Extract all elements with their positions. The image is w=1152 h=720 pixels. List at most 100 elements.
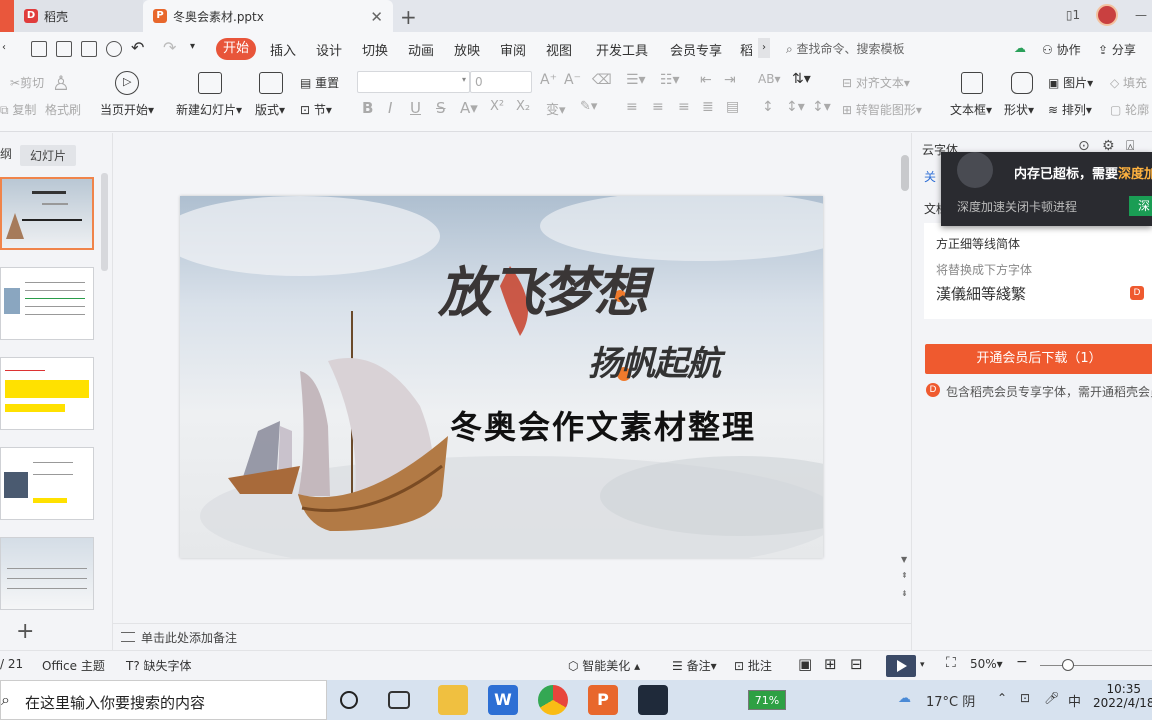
font-shrink-icon[interactable]: A⁻ bbox=[564, 72, 581, 88]
zoom-slider[interactable] bbox=[1040, 665, 1152, 666]
slide-thumb-5[interactable] bbox=[0, 537, 94, 610]
print-icon[interactable] bbox=[81, 41, 97, 57]
align-left-icon[interactable]: ≡ bbox=[626, 99, 638, 115]
download-button[interactable]: 开通会员后下载（1） bbox=[925, 344, 1152, 374]
redo-icon[interactable]: ↷ bbox=[163, 38, 176, 57]
line-spacing-icon[interactable]: ↕ bbox=[762, 99, 774, 115]
para-spacing-icon[interactable]: ↕▾ bbox=[786, 99, 805, 115]
wps-presentation-icon[interactable]: P bbox=[588, 685, 618, 715]
play-slideshow-button[interactable] bbox=[886, 655, 916, 677]
save-icon[interactable] bbox=[31, 41, 47, 57]
cut-button[interactable]: ✂剪切 bbox=[10, 74, 44, 91]
cortana-icon[interactable] bbox=[340, 691, 358, 709]
export-pdf-icon[interactable] bbox=[56, 41, 72, 57]
replace-font-name[interactable]: 漢儀細等綫繁 bbox=[936, 283, 1026, 304]
task-view-icon[interactable] bbox=[388, 691, 410, 709]
command-search[interactable]: ⌕ 查找命令、搜索模板 bbox=[786, 40, 905, 57]
strike-icon[interactable]: S bbox=[436, 99, 446, 117]
file-explorer-icon[interactable] bbox=[438, 685, 468, 715]
share-button[interactable]: ⇪ 分享 bbox=[1098, 41, 1136, 58]
arrange-button[interactable]: ≋ 排列▾ bbox=[1048, 101, 1092, 118]
chevron-down-icon[interactable]: ▾ bbox=[920, 660, 925, 670]
highlight-icon[interactable]: ✎▾ bbox=[580, 99, 597, 114]
align-text-button[interactable]: ⊟ 对齐文本▾ bbox=[842, 74, 910, 91]
close-icon[interactable]: ✕ bbox=[370, 8, 383, 26]
bold-icon[interactable]: B bbox=[362, 99, 373, 117]
slide-thumb-2[interactable] bbox=[0, 267, 94, 340]
justify-icon[interactable]: ≣ bbox=[702, 99, 714, 115]
undo-icon[interactable]: ↶ bbox=[131, 38, 144, 57]
superscript-icon[interactable]: X² bbox=[490, 99, 504, 114]
menu-slideshow[interactable]: 放映 bbox=[454, 40, 480, 59]
avatar[interactable] bbox=[1096, 4, 1118, 26]
format-painter-button[interactable]: 格式刷 bbox=[45, 101, 81, 118]
underline-icon[interactable]: U bbox=[410, 99, 421, 117]
slide-title[interactable]: 放飞梦想 bbox=[438, 248, 648, 327]
menu-more-icon[interactable]: › bbox=[758, 38, 770, 58]
notes-button[interactable]: ☰ 备注▾ bbox=[672, 657, 717, 674]
preview-icon[interactable] bbox=[106, 41, 122, 57]
app-icon[interactable] bbox=[638, 685, 668, 715]
sorter-view-icon[interactable]: ⊞ bbox=[824, 655, 837, 673]
collab-button[interactable]: ⚇ 协作 bbox=[1042, 41, 1081, 58]
outline-button[interactable]: ▢ 轮廓 bbox=[1110, 101, 1149, 118]
current-slide[interactable]: 放飞梦想 扬帆起航 冬奥会作文素材整理 bbox=[180, 196, 823, 558]
sort-icon[interactable]: ⇅▾ bbox=[792, 71, 811, 87]
distribute-icon[interactable]: ▤ bbox=[726, 99, 739, 115]
italic-icon[interactable]: I bbox=[388, 99, 392, 117]
font-size-select[interactable]: 0 bbox=[470, 71, 532, 93]
wps-writer-icon[interactable]: W bbox=[488, 685, 518, 715]
normal-view-icon[interactable]: ▣ bbox=[798, 655, 812, 673]
menu-design[interactable]: 设计 bbox=[316, 40, 342, 59]
picture-button[interactable]: ▣ 图片▾ bbox=[1048, 74, 1093, 91]
window-layout-icon[interactable]: ▯1 bbox=[1062, 4, 1084, 26]
ime-indicator[interactable]: 中 bbox=[1068, 691, 1081, 710]
new-slide-button[interactable]: 新建幻灯片▾ bbox=[176, 101, 242, 118]
cloud-sync-icon[interactable]: ☁ bbox=[1014, 41, 1026, 55]
chrome-icon[interactable] bbox=[538, 685, 568, 715]
copy-button[interactable]: ⧉ 复制 bbox=[0, 101, 36, 118]
tab-pptx[interactable]: P 冬奥会素材.pptx ✕ bbox=[143, 0, 393, 32]
speedup-button[interactable]: 深 bbox=[1129, 196, 1152, 216]
menu-start[interactable]: 开始 bbox=[216, 38, 256, 60]
slide-thumb-3[interactable] bbox=[0, 357, 94, 430]
subscript-icon[interactable]: X₂ bbox=[516, 99, 530, 114]
spacing-icon[interactable]: ↕▾ bbox=[812, 99, 831, 115]
menu-transition[interactable]: 切换 bbox=[362, 40, 388, 59]
align-right-icon[interactable]: ≡ bbox=[678, 99, 690, 115]
chevron-down-icon[interactable]: ▾ bbox=[190, 41, 195, 52]
text-direction-icon[interactable]: AB▾ bbox=[758, 72, 780, 86]
tab-outline[interactable]: 纲 bbox=[0, 145, 12, 162]
clock[interactable]: 10:35 2022/4/18 bbox=[1093, 682, 1152, 710]
close-link[interactable]: 关 bbox=[924, 168, 936, 185]
scroll-thumb[interactable] bbox=[901, 155, 909, 191]
mic-icon[interactable]: 🎤︎ bbox=[1044, 691, 1059, 705]
next-slide-icon[interactable]: ⇟ bbox=[901, 589, 908, 598]
phonetic-icon[interactable]: 变▾ bbox=[546, 99, 566, 118]
indent-inc-icon[interactable]: ⇥ bbox=[724, 72, 736, 88]
new-tab-icon[interactable]: + bbox=[400, 5, 417, 29]
menu-docer[interactable]: 稻 bbox=[740, 40, 753, 59]
tray-chevron-icon[interactable]: ⌃ bbox=[997, 691, 1007, 705]
slide-subtitle[interactable]: 扬帆起航 bbox=[588, 336, 721, 385]
missing-font-button[interactable]: T? 缺失字体 bbox=[126, 657, 192, 674]
tab-slides[interactable]: 幻灯片 bbox=[20, 145, 77, 166]
menu-toggle-icon[interactable]: ‹ bbox=[2, 42, 6, 53]
font-grow-icon[interactable]: A⁺ bbox=[540, 72, 557, 88]
comment-button[interactable]: ⊡ 批注 bbox=[734, 657, 772, 674]
shape-button[interactable]: 形状▾ bbox=[1004, 101, 1034, 118]
fit-window-icon[interactable]: ⛶ bbox=[946, 655, 956, 671]
smartart-button[interactable]: ⊞ 转智能图形▾ bbox=[842, 101, 922, 118]
beautify-button[interactable]: ⬡ 智能美化 ▴ bbox=[568, 657, 640, 674]
fill-button[interactable]: ◇ 填充 bbox=[1110, 74, 1147, 91]
slide-main-text[interactable]: 冬奥会作文素材整理 bbox=[450, 402, 756, 448]
indent-dec-icon[interactable]: ⇤ bbox=[700, 72, 712, 88]
scroll-down-icon[interactable]: ▼ bbox=[901, 555, 907, 564]
menu-review[interactable]: 审阅 bbox=[500, 40, 526, 59]
zoom-slider-knob[interactable] bbox=[1062, 659, 1074, 671]
textbox-button[interactable]: 文本框▾ bbox=[950, 101, 992, 118]
number-list-icon[interactable]: ☷▾ bbox=[660, 72, 680, 88]
slide-thumb-1[interactable] bbox=[0, 177, 94, 250]
reading-view-icon[interactable]: ⊟ bbox=[850, 655, 863, 673]
minimize-icon[interactable]: — bbox=[1130, 4, 1152, 26]
